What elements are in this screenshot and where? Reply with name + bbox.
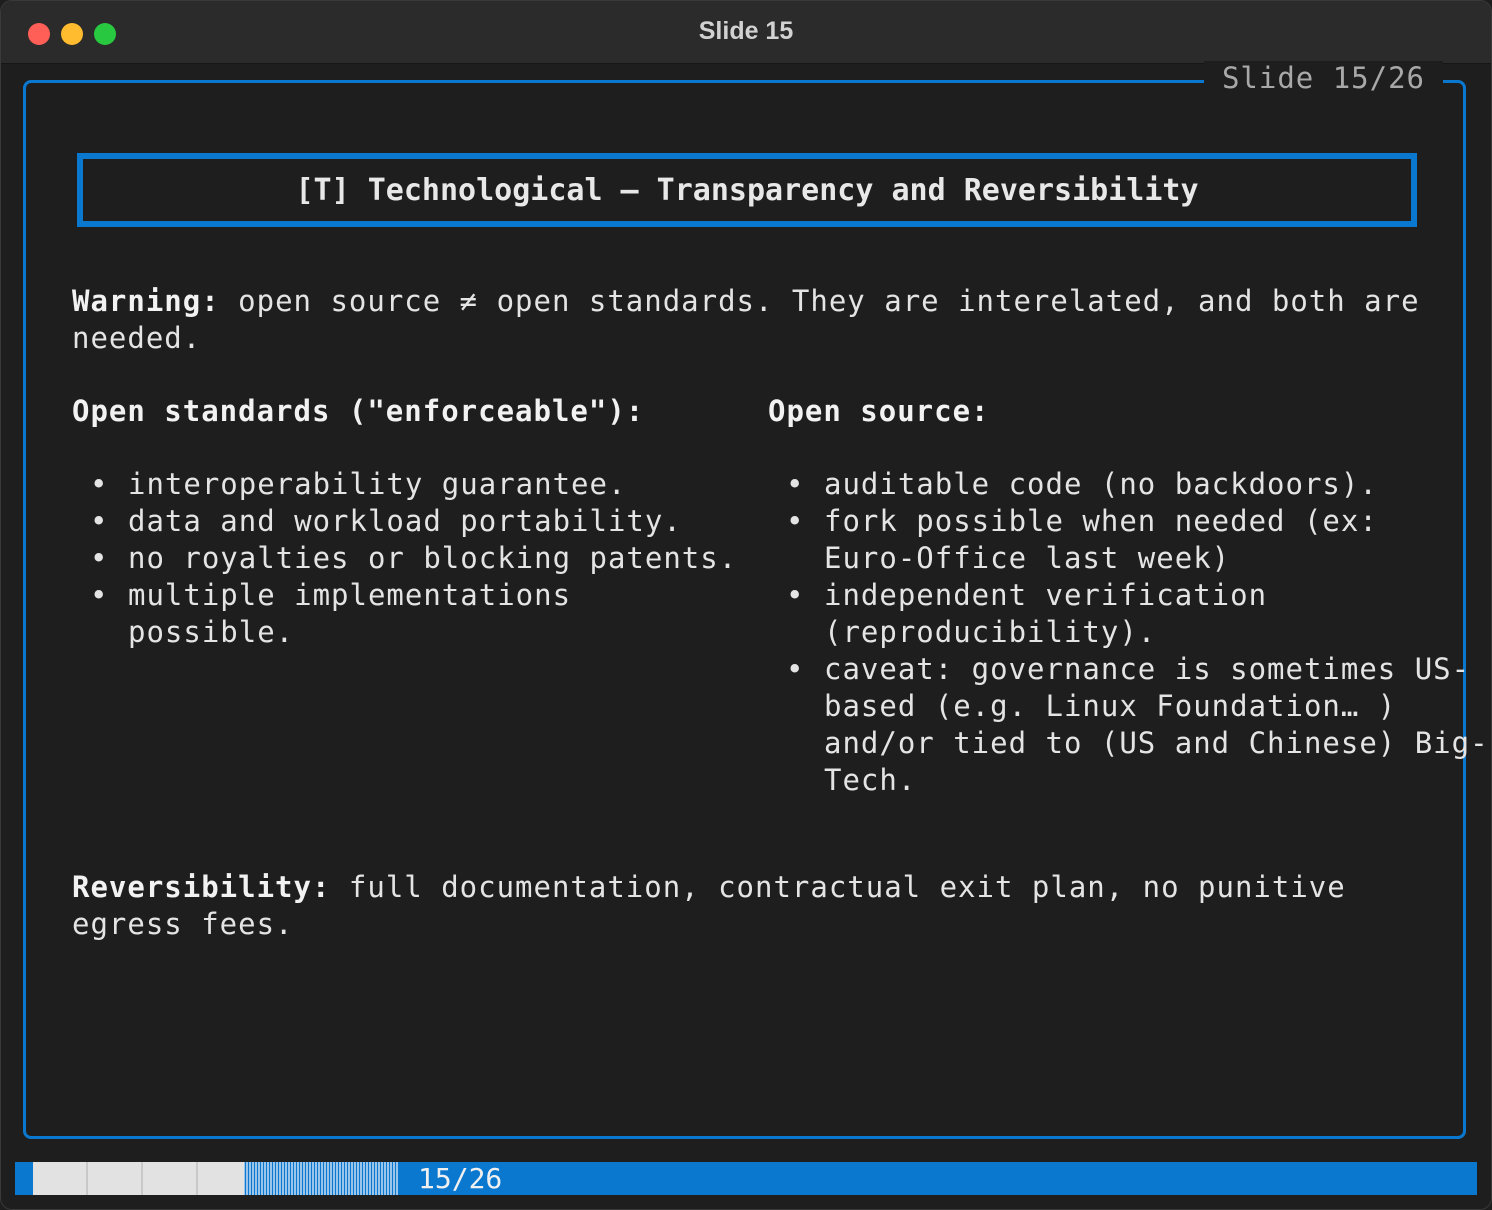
list-item: • data and workload portability. <box>72 503 752 540</box>
bullet-icon: • <box>90 578 109 612</box>
bullet-icon: • <box>786 578 805 612</box>
list-item: • caveat: governance is sometimes US-base… <box>768 651 1491 799</box>
open-standards-heading: Open standards ("enforceable"): <box>72 394 645 428</box>
list-item: • independent verification (reproducibili… <box>768 577 1344 651</box>
title-bar: Slide 15 <box>1 1 1491 64</box>
terminal-window: Slide 15 Slide 15/26 [T] Technological —… <box>0 0 1492 1210</box>
open-standards-column: Open standards ("enforceable"): • interop… <box>72 393 752 651</box>
list-item-text: interoperability guarantee. <box>128 467 627 501</box>
terminal-content[interactable]: Slide 15/26 [T] Technological — Transpar… <box>1 61 1491 1209</box>
bullet-icon: • <box>90 541 109 575</box>
list-item-text: multiple implementations possible. <box>128 578 572 649</box>
progress-bar <box>33 1162 399 1195</box>
slide-counter-label: Slide 15/26 <box>1203 61 1443 95</box>
list-item-text: no royalties or blocking patents. <box>128 541 738 575</box>
window-title: Slide 15 <box>698 17 794 45</box>
open-source-heading: Open source: <box>768 394 990 428</box>
bullet-icon: • <box>786 652 805 686</box>
list-item-text: caveat: governance is sometimes US-based… <box>824 652 1489 797</box>
bullet-icon: • <box>90 467 109 501</box>
list-item: • multiple implementations possible. <box>72 577 628 651</box>
list-item: • auditable code (no backdoors). <box>768 466 1448 503</box>
warning-label: Warning: <box>72 284 220 318</box>
bullet-icon: • <box>786 467 805 501</box>
warning-paragraph: Warning: open source ≠ open standards. T… <box>72 283 1432 357</box>
progress-bar-fill <box>33 1162 245 1195</box>
warning-text: open source ≠ open standards. They are i… <box>72 284 1420 355</box>
status-bar: 15/26 <box>15 1162 1477 1195</box>
open-source-list: • auditable code (no backdoors). • fork po… <box>768 466 1488 799</box>
list-item: • no royalties or blocking patents. <box>72 540 752 577</box>
progress-text: 15/26 <box>418 1162 503 1195</box>
reversibility-paragraph: Reversibility: full documentation, contr… <box>72 869 1432 943</box>
bullet-icon: • <box>90 504 109 538</box>
open-standards-list: • interoperability guarantee. • data and w… <box>72 466 752 651</box>
open-source-column: Open source: • auditable code (no backdoo… <box>768 393 1488 799</box>
list-item: • interoperability guarantee. <box>72 466 752 503</box>
reversibility-label: Reversibility: <box>72 870 331 904</box>
slide-title: [T] Technological — Transparency and Rev… <box>77 153 1417 227</box>
list-item: • fork possible when needed (ex: Euro-Off… <box>768 503 1424 577</box>
list-item-text: data and workload portability. <box>128 504 682 538</box>
list-item-text: fork possible when needed (ex: Euro-Offi… <box>824 504 1378 575</box>
bullet-icon: • <box>786 504 805 538</box>
slide-frame: Slide 15/26 [T] Technological — Transpar… <box>23 61 1488 1139</box>
list-item-text: independent verification (reproducibilit… <box>824 578 1268 649</box>
list-item-text: auditable code (no backdoors). <box>824 467 1378 501</box>
